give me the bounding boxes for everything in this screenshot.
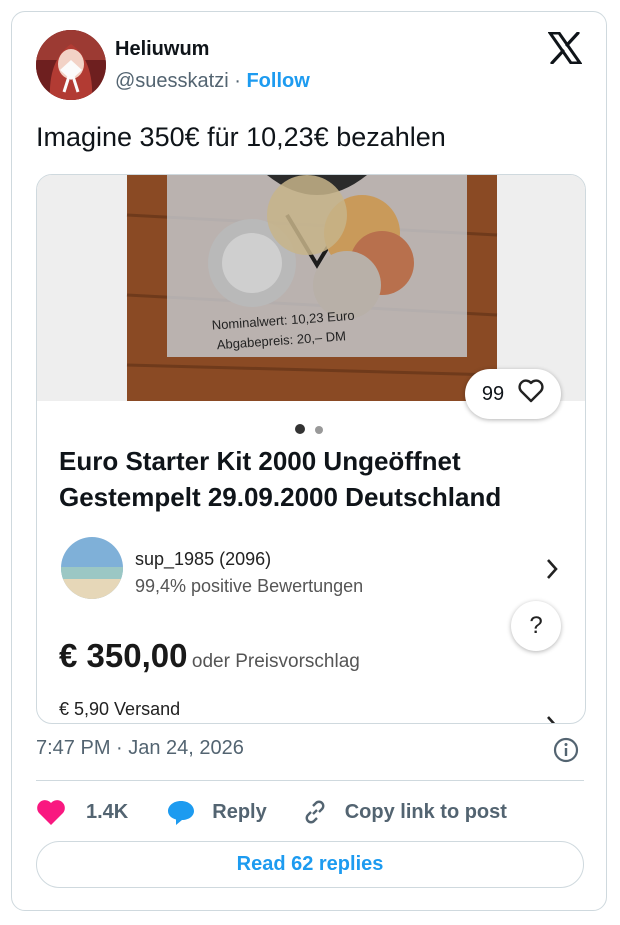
copy-link-label: Copy link to post <box>344 800 507 823</box>
seller-rating: 99,4% positive Bewertungen <box>135 576 364 596</box>
seller-avatar[interactable] <box>61 537 123 599</box>
price-value: € 350,00 <box>59 637 188 674</box>
handle-row: @suesskatzi · Follow <box>115 70 310 93</box>
action-bar: 1.4K Reply Copy link to post <box>36 795 507 829</box>
like-button[interactable]: 1.4K <box>36 799 128 826</box>
display-name[interactable]: Heliuwum <box>115 38 209 61</box>
media-card[interactable]: Nominalwert: 10,23 Euro Abgabepreis: 20,… <box>36 174 586 724</box>
watch-button[interactable]: 99 <box>465 369 561 419</box>
watchers-count: 99 <box>481 382 505 405</box>
pager-dot-active[interactable] <box>295 424 305 434</box>
info-icon[interactable] <box>553 737 579 768</box>
listing-photo[interactable]: Nominalwert: 10,23 Euro Abgabepreis: 20,… <box>37 175 585 401</box>
help-icon: ? <box>529 612 543 639</box>
follow-button[interactable]: Follow <box>246 70 309 92</box>
like-count: 1.4K <box>86 800 129 823</box>
pager-dot[interactable] <box>315 426 324 434</box>
x-logo-icon[interactable] <box>547 31 583 65</box>
heart-outline-icon <box>518 379 544 409</box>
help-button[interactable]: ? <box>511 601 561 651</box>
price-row: € 350,00 oder Preisvorschlag <box>59 637 360 675</box>
chevron-right-icon[interactable] <box>545 713 559 723</box>
image-pager[interactable] <box>295 421 324 439</box>
read-replies-button[interactable]: Read 62 replies <box>36 841 584 888</box>
tweet-text: Imagine 350€ für 10,23€ bezahlen <box>36 122 446 152</box>
seller-name[interactable]: sup_1985 (2096) <box>135 549 271 570</box>
user-handle[interactable]: @suesskatzi <box>115 70 229 92</box>
copy-link-button[interactable]: Copy link to post <box>301 798 507 826</box>
price-note: oder Preisvorschlag <box>191 651 360 672</box>
timestamp[interactable]: 7:47 PM · Jan 24, 2026 <box>36 737 244 760</box>
reply-button[interactable]: Reply <box>166 798 267 826</box>
chevron-right-icon[interactable] <box>545 557 559 586</box>
separator: · <box>234 70 241 92</box>
heart-filled-icon <box>36 799 66 826</box>
shipping-cost: € 5,90 Versand <box>59 699 181 719</box>
avatar[interactable] <box>36 30 106 100</box>
reply-bubble-icon <box>166 798 196 826</box>
link-icon <box>301 798 329 826</box>
reply-label: Reply <box>212 800 267 823</box>
listing-title[interactable]: Euro Starter Kit 2000 Ungeöffnet Gestemp… <box>59 443 579 515</box>
divider <box>36 780 584 781</box>
